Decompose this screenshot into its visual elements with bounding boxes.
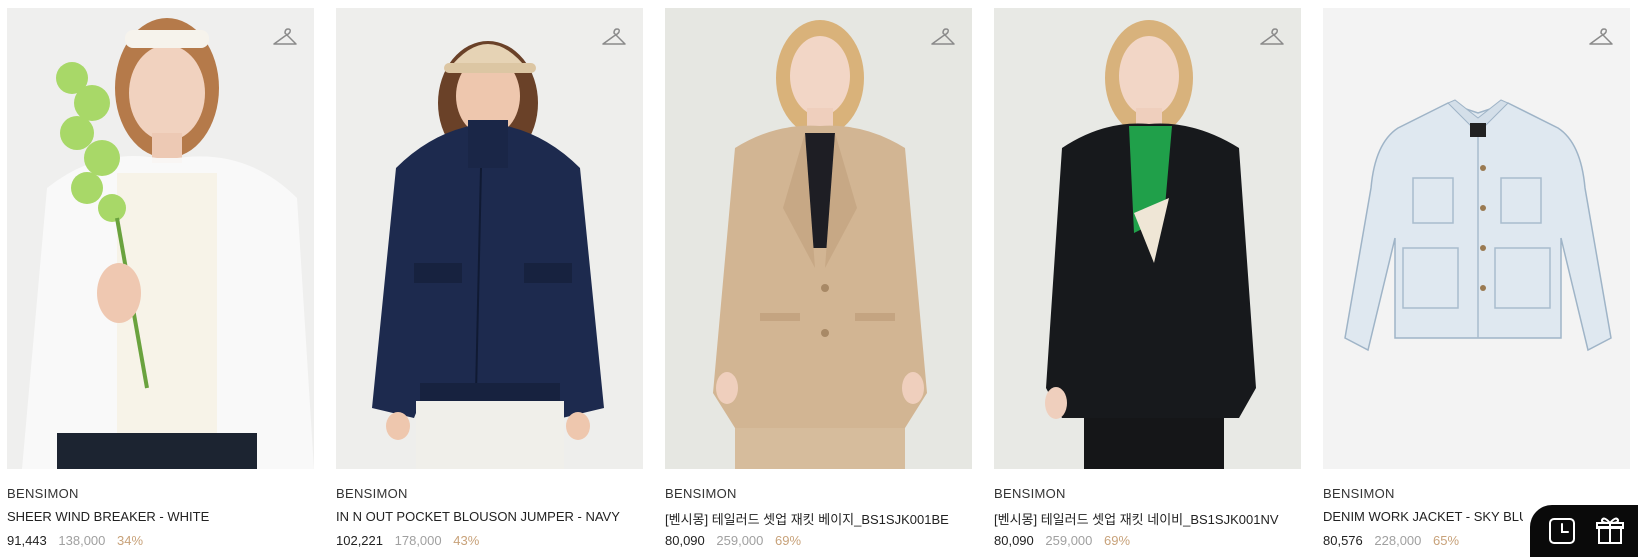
gift-icon[interactable] [1592,513,1628,549]
discount-rate: 34% [117,533,144,548]
product-brand: BENSIMON [665,486,737,501]
original-price: 138,000 [58,533,106,548]
product-brand: BENSIMON [1323,486,1395,501]
product-image[interactable] [994,8,1301,469]
discount-rate: 65% [1433,533,1460,548]
original-price: 228,000 [1374,533,1422,548]
floating-quick-bar [1530,505,1638,557]
discount-rate: 43% [453,533,480,548]
product-photo [7,8,314,469]
sale-price: 80,090 [665,533,705,548]
product-photo [994,8,1301,469]
product-card[interactable]: BENSIMON IN N OUT POCKET BLOUSON JUMPER … [336,8,643,557]
hanger-icon[interactable] [1588,24,1614,50]
sale-price: 102,221 [336,533,383,548]
price-row: 80,090 259,000 69% [994,533,1130,548]
price-row: 91,443 138,000 34% [7,533,143,548]
product-card[interactable]: BENSIMON DENIM WORK JACKET - SKY BLUE 80… [1323,8,1630,557]
product-photo [665,8,972,469]
clock-icon[interactable] [1544,513,1580,549]
product-card[interactable]: BENSIMON SHEER WIND BREAKER - WHITE 91,4… [7,8,314,557]
hanger-icon[interactable] [272,24,298,50]
discount-rate: 69% [1104,533,1131,548]
product-image[interactable] [665,8,972,469]
product-name[interactable]: IN N OUT POCKET BLOUSON JUMPER - NAVY [336,509,656,524]
product-brand: BENSIMON [7,486,79,501]
price-row: 102,221 178,000 43% [336,533,479,548]
hanger-icon[interactable] [1259,24,1285,50]
sale-price: 80,576 [1323,533,1363,548]
product-card[interactable]: BENSIMON [벤시몽] 테일러드 셋업 재킷 네이비_BS1SJK001N… [994,8,1301,557]
sale-price: 80,090 [994,533,1034,548]
price-row: 80,090 259,000 69% [665,533,801,548]
price-row: 80,576 228,000 65% [1323,533,1459,548]
product-photo [1323,8,1630,469]
product-brand: BENSIMON [336,486,408,501]
sale-price: 91,443 [7,533,47,548]
product-photo [336,8,643,469]
product-card[interactable]: BENSIMON [벤시몽] 테일러드 셋업 재킷 베이지_BS1SJK001B… [665,8,972,557]
product-name[interactable]: [벤시몽] 테일러드 셋업 재킷 네이비_BS1SJK001NV [994,509,1314,528]
product-image[interactable] [7,8,314,469]
hanger-icon[interactable] [601,24,627,50]
product-brand: BENSIMON [994,486,1066,501]
product-image[interactable] [1323,8,1630,469]
original-price: 259,000 [716,533,764,548]
original-price: 259,000 [1045,533,1093,548]
original-price: 178,000 [394,533,442,548]
product-name[interactable]: [벤시몽] 테일러드 셋업 재킷 베이지_BS1SJK001BE [665,509,985,528]
hanger-icon[interactable] [930,24,956,50]
discount-rate: 69% [775,533,802,548]
product-grid: BENSIMON SHEER WIND BREAKER - WHITE 91,4… [0,0,1638,557]
product-name[interactable]: DENIM WORK JACKET - SKY BLUE [1323,509,1523,524]
product-image[interactable] [336,8,643,469]
product-name[interactable]: SHEER WIND BREAKER - WHITE [7,509,327,524]
